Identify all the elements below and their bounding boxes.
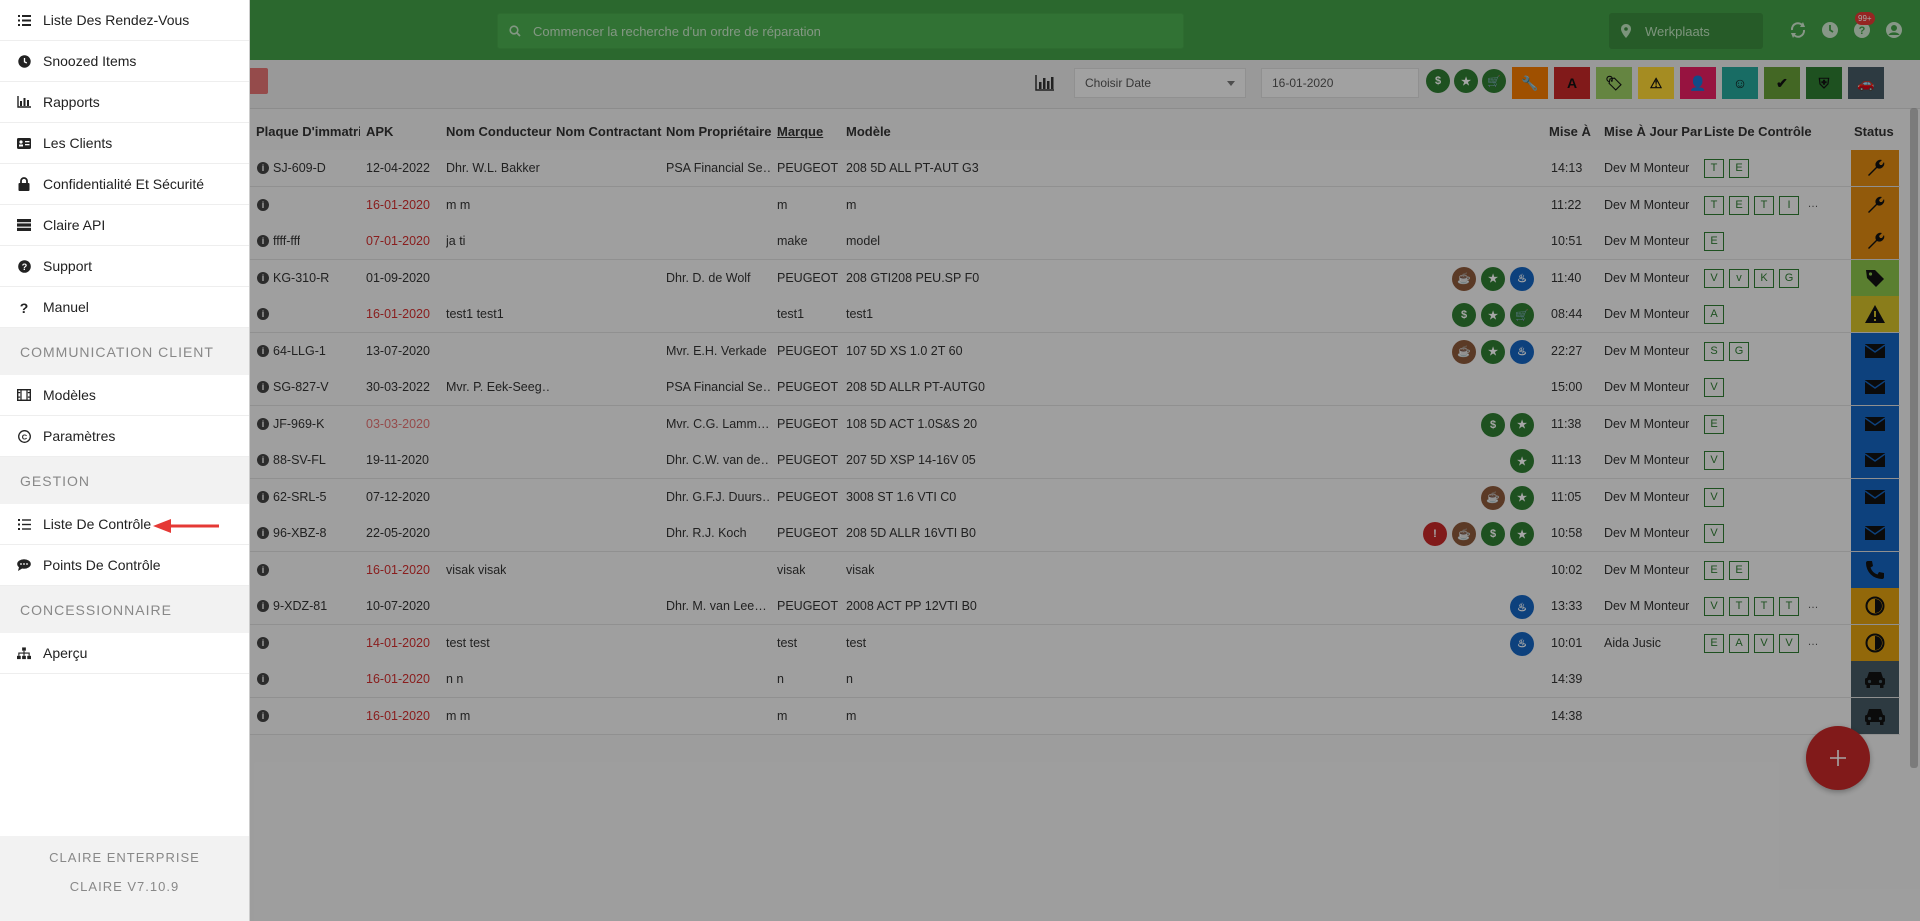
lock-icon [17,177,31,191]
sidebar-item-label: Les Clients [43,135,113,151]
sidebar-item-server[interactable]: Claire API [0,205,249,246]
sidebar-item-label: Liste De Contrôle [43,516,152,532]
sidebar-item-list[interactable]: Liste Des Rendez-Vous [0,0,249,41]
section-gestion: GESTION [0,457,249,504]
sidebar-item-label: Paramètres [43,428,116,444]
film-icon [17,389,31,401]
sidebar-footer: CLAIRE ENTERPRISE CLAIRE V7.10.9 [0,836,249,921]
sitemap-icon [17,646,31,660]
question-icon: ? [17,301,31,314]
section-concessionnaire: CONCESSIONNAIRE [0,586,249,633]
sidebar-item-copyright[interactable]: C Paramètres [0,416,249,457]
sidebar-item-label: Points De Contrôle [43,557,161,573]
sidebar-item-label: Confidentialité Et Sécurité [43,176,205,192]
red-arrow-annotation-icon [153,519,219,533]
section-communication-client: COMMUNICATION CLIENT [0,328,249,375]
sidebar-item-label: Support [43,258,93,274]
server-icon [17,219,31,231]
sidebar-item-bar-chart[interactable]: Rapports [0,82,249,123]
sidebar-item-id-card[interactable]: Les Clients [0,123,249,164]
sidebar-item-label: Liste Des Rendez-Vous [43,12,190,28]
svg-text:?: ? [21,262,27,272]
comments-icon [17,559,31,571]
sidebar-item-label: Snoozed Items [43,53,137,69]
sidebar-item-label: Rapports [43,94,100,110]
sidebar-item-question[interactable]: ? Manuel [0,287,249,328]
sidebar-item-comments[interactable]: Points De Contrôle [0,545,249,586]
sidebar: CLAIRE ENTERPRISE CLAIRE V7.10.9 Liste D… [0,0,250,921]
svg-text:C: C [21,432,27,441]
sidebar-item-lock[interactable]: Confidentialité Et Sécurité [0,164,249,205]
sidebar-item-film[interactable]: Modèles [0,375,249,416]
modal-overlay[interactable] [0,0,1920,921]
question-circle-icon: ? [17,259,31,273]
product-version: CLAIRE V7.10.9 [69,879,180,894]
product-name: CLAIRE ENTERPRISE [49,850,200,865]
clock-icon [17,54,31,68]
checklist-icon [17,518,31,530]
svg-text:?: ? [20,301,29,314]
sidebar-item-label: Modèles [43,387,96,403]
id-card-icon [17,137,31,149]
sidebar-item-sitemap[interactable]: Aperçu [0,633,249,674]
sidebar-item-question-circle[interactable]: ? Support [0,246,249,287]
sidebar-item-label: Claire API [43,217,106,233]
sidebar-item-clock[interactable]: Snoozed Items [0,41,249,82]
list-icon [17,14,31,26]
sidebar-item-label: Manuel [43,299,89,315]
sidebar-item-label: Aperçu [43,645,88,661]
bar-chart-icon [17,96,31,108]
copyright-icon: C [17,429,31,443]
